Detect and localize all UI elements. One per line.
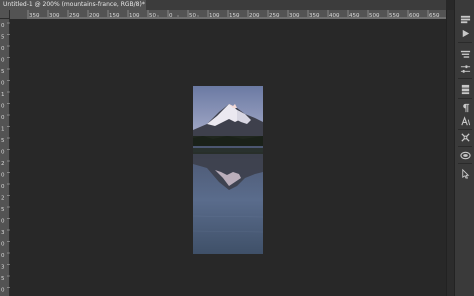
ruler-label: 0 [1, 253, 5, 259]
document-tab[interactable]: Untitled-1 @ 200% (mountains-france, RGB… [0, 0, 146, 10]
ruler-label: 0 [1, 115, 5, 121]
mountain-photo[interactable] [193, 86, 263, 254]
vertical-scrollbar[interactable] [446, 10, 454, 296]
ruler-label: 3 [1, 265, 5, 271]
layers-icon[interactable] [458, 82, 472, 96]
document-tab-title: Untitled-1 @ 200% (mountains-france, RGB… [3, 1, 142, 8]
ruler-label: 0 [1, 104, 5, 110]
toolbar-separator [458, 42, 472, 43]
vertical-ruler-ticks: 0 5 0 0 5 0 1 0 0 1 5 0 2 0 0 2 5 0 3 0 0 3 5 0 [1, 22, 10, 294]
horizontal-ruler-ticks: 350 300 250 200 150 100 50 0 50 100 150 200 250 300 35… [27, 10, 446, 19]
tools-preset-icon[interactable] [458, 130, 472, 144]
toolbar-separator [458, 163, 472, 164]
sliders-icon[interactable] [458, 62, 472, 76]
ruler-corner[interactable] [0, 10, 10, 19]
character-icon[interactable] [458, 114, 472, 128]
ruler-label: 0 [1, 23, 5, 29]
ruler-label: 0 [1, 81, 5, 87]
toolbar-separator [458, 146, 472, 147]
ruler-label: 5 [1, 207, 5, 213]
ruler-label: 2 [1, 196, 5, 202]
vertical-ruler[interactable]: 0 5 0 0 5 0 1 0 0 1 5 0 2 0 0 2 5 0 3 0 0 3 5 0 [0, 19, 10, 296]
ruler-label: 1 [1, 127, 5, 133]
brush-icon[interactable] [458, 148, 472, 162]
ruler-label: 5 [1, 69, 5, 75]
ruler-label: 0 [1, 58, 5, 64]
ruler-label: 1 [1, 92, 5, 98]
ruler-label: 0 [1, 173, 5, 179]
ruler-label: 0 [1, 46, 5, 52]
ruler-label: 5 [1, 276, 5, 282]
mountain-image [193, 86, 263, 254]
history-icon[interactable] [458, 12, 472, 26]
paragraph-icon[interactable] [458, 100, 472, 114]
ruler-label: 2 [1, 161, 5, 167]
ruler-label: 0 [1, 288, 5, 294]
toolbar-separator [458, 98, 472, 99]
play-icon[interactable] [458, 26, 472, 40]
hand-icon[interactable] [458, 166, 472, 180]
ruler-label: 5 [1, 35, 5, 41]
document-modified-marker: * [141, 1, 145, 8]
ruler-label: 3 [1, 230, 5, 236]
ruler-label: 0 [1, 219, 5, 225]
ruler-label: 5 [1, 138, 5, 144]
ruler-label: 0 [1, 150, 5, 156]
toolbar-separator [458, 78, 472, 79]
panel-toolbar [454, 0, 474, 296]
adjustments-icon[interactable] [458, 47, 472, 61]
ruler-label: 0 [1, 184, 5, 190]
ruler-label: 0 [1, 242, 5, 248]
